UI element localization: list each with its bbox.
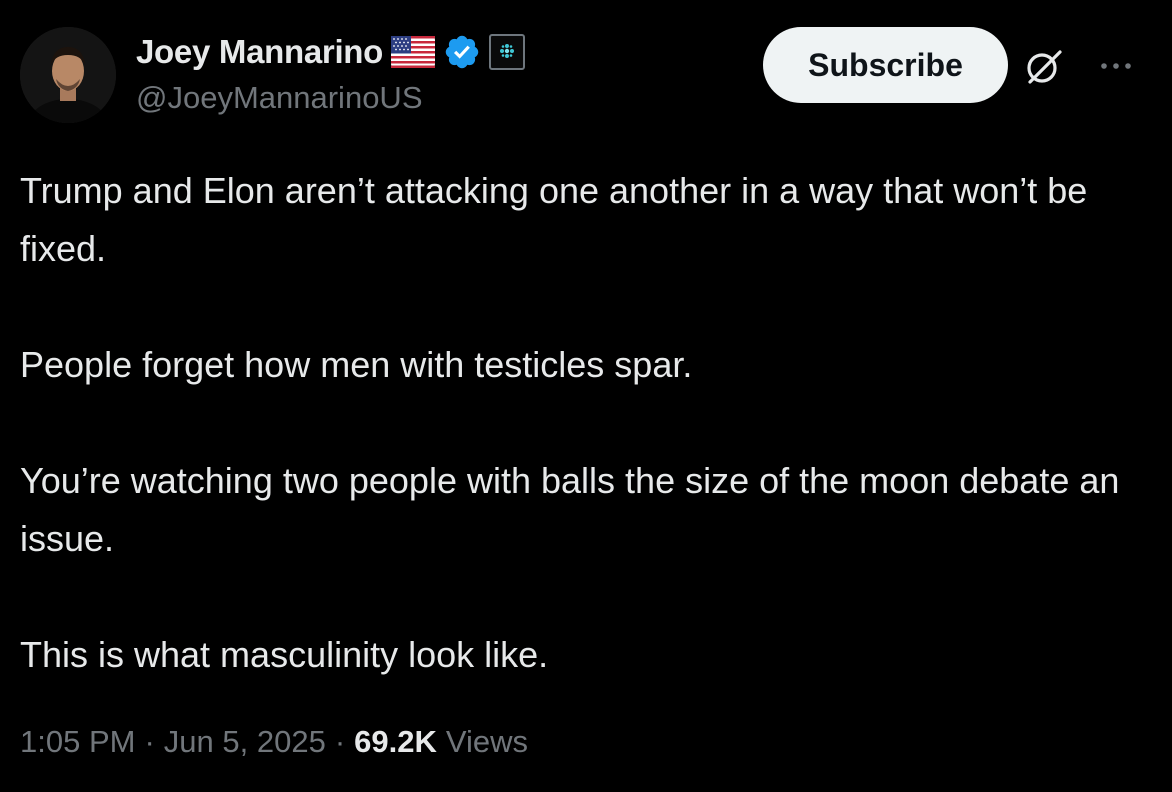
meta-separator: ·	[334, 724, 346, 759]
tweet-time[interactable]: 1:05 PM	[20, 724, 135, 760]
tweet-date[interactable]: Jun 5, 2025	[164, 724, 326, 760]
verified-badge-icon[interactable]	[443, 33, 481, 71]
tweet-meta: 1:05 PM · Jun 5, 2025 · 69.2K Views	[20, 724, 528, 760]
avatar-photo	[20, 27, 116, 123]
grok-icon[interactable]	[1022, 44, 1066, 88]
avatar[interactable]	[20, 27, 116, 123]
tweet-paragraph: People forget how men with testicles spa…	[20, 344, 693, 385]
affiliate-badge-icon[interactable]	[489, 34, 526, 70]
meta-separator: ·	[144, 724, 155, 759]
author-display-name[interactable]: Joey Mannarino	[136, 33, 383, 71]
author-name-row: Joey Mannarino	[136, 30, 526, 74]
views-label: Views	[445, 724, 529, 759]
tweet-paragraph: This is what masculinity look like.	[20, 634, 549, 675]
author-handle[interactable]: @JoeyMannarinoUS	[136, 80, 423, 116]
tweet-paragraph: Trump and Elon aren’t attacking one anot…	[20, 170, 1088, 269]
more-options-icon[interactable]	[1098, 58, 1138, 74]
us-flag-icon	[391, 36, 436, 68]
tweet-text: Trump and Elon aren’t attacking one anot…	[20, 162, 1140, 684]
subscribe-button[interactable]: Subscribe	[763, 27, 1008, 103]
tweet-paragraph: You’re watching two people with balls th…	[20, 460, 1120, 559]
views-count[interactable]: 69.2K	[354, 724, 437, 760]
